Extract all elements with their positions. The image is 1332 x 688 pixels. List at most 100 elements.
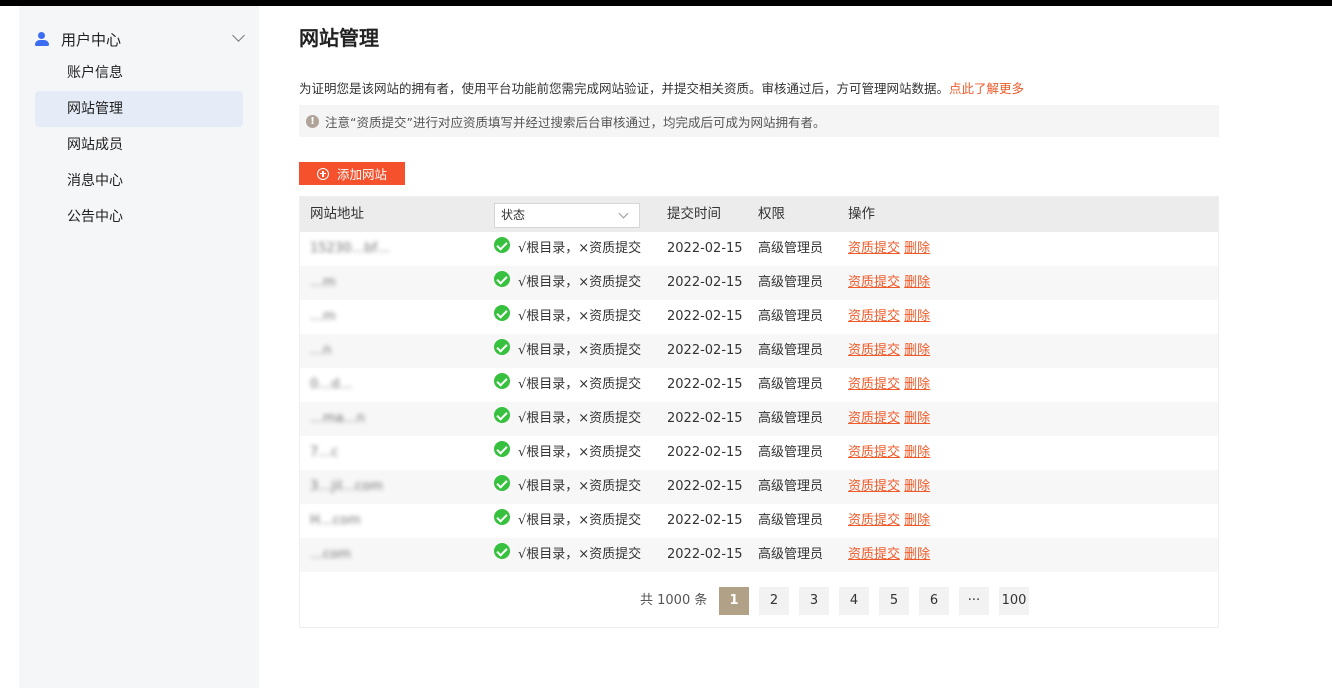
delete-link[interactable]: 删除	[904, 547, 930, 562]
delete-link[interactable]: 删除	[904, 445, 930, 460]
check-circle-icon	[494, 339, 510, 355]
sidebar-item-announcement-center[interactable]: 公告中心	[35, 199, 243, 235]
verification-status: √根目录，×资质提交	[518, 241, 642, 256]
page-button[interactable]: 1	[719, 587, 749, 615]
page-button[interactable]: 100	[999, 587, 1029, 615]
delete-link[interactable]: 删除	[904, 513, 930, 528]
delete-link[interactable]: 删除	[904, 479, 930, 494]
delete-link[interactable]: 删除	[904, 411, 930, 426]
submit-qualification-link[interactable]: 资质提交	[848, 275, 900, 290]
page-title: 网站管理	[299, 26, 379, 50]
submit-qualification-link[interactable]: 资质提交	[848, 411, 900, 426]
page-button[interactable]: 4	[839, 587, 869, 615]
table-row: 7…c √根目录，×资质提交 2022-02-15 高级管理员 资质提交 删除	[300, 436, 1218, 470]
sidebar-item-site-members[interactable]: 网站成员	[35, 127, 243, 163]
site-url[interactable]: …ma…n	[310, 402, 460, 436]
delete-link[interactable]: 删除	[904, 309, 930, 324]
check-circle-icon	[494, 237, 510, 253]
permission-level: 高级管理员	[758, 411, 824, 426]
chevron-down-icon	[232, 29, 245, 42]
site-table: 网站地址 状态 提交时间 权限 操作 15230…bf… √根目录，×资质提交 20…	[299, 196, 1219, 628]
delete-link[interactable]: 删除	[904, 275, 930, 290]
delete-link[interactable]: 删除	[904, 343, 930, 358]
submit-qualification-link[interactable]: 资质提交	[848, 479, 900, 494]
permission-level: 高级管理员	[758, 309, 824, 324]
sidebar-item-site-management[interactable]: 网站管理	[35, 91, 243, 127]
site-url[interactable]: …com	[310, 538, 460, 572]
check-circle-icon	[494, 407, 510, 423]
row-actions: 资质提交 删除	[848, 300, 930, 334]
check-circle-icon	[494, 373, 510, 389]
check-circle-icon	[494, 441, 510, 457]
verification-status: √根目录，×资质提交	[518, 479, 642, 494]
add-site-label: 添加网站	[336, 167, 387, 182]
site-url[interactable]: …m	[310, 266, 460, 300]
delete-link[interactable]: 删除	[904, 241, 930, 256]
row-actions: 资质提交 删除	[848, 538, 930, 572]
site-url[interactable]: H…com	[310, 504, 460, 538]
row-actions: 资质提交 删除	[848, 436, 930, 470]
table-row: …m √根目录，×资质提交 2022-02-15 高级管理员 资质提交 删除	[300, 300, 1218, 334]
table-row: …ma…n √根目录，×资质提交 2022-02-15 高级管理员 资质提交 删除	[300, 402, 1218, 436]
plus-circle-icon	[316, 167, 329, 180]
submit-date: 2022-02-15	[667, 309, 743, 324]
user-center-group-toggle[interactable]: 用户中心	[35, 28, 245, 50]
table-header: 网站地址 状态 提交时间 权限 操作	[300, 197, 1218, 232]
permission-level: 高级管理员	[758, 377, 824, 392]
permission-level: 高级管理员	[758, 343, 824, 358]
table-row: …n √根目录，×资质提交 2022-02-15 高级管理员 资质提交 删除	[300, 334, 1218, 368]
status-filter-select[interactable]: 状态	[494, 203, 640, 228]
row-actions: 资质提交 删除	[848, 368, 930, 402]
site-url[interactable]: 0…d…	[310, 368, 460, 402]
page-button[interactable]: 2	[759, 587, 789, 615]
status-select-value: 状态	[501, 208, 526, 222]
submit-date: 2022-02-15	[667, 241, 743, 256]
submit-qualification-link[interactable]: 资质提交	[848, 241, 900, 256]
sidebar: 用户中心 账户信息 网站管理 网站成员 消息中心 公告中心	[19, 6, 259, 688]
verification-status: √根目录，×资质提交	[518, 309, 642, 324]
submit-qualification-link[interactable]: 资质提交	[848, 343, 900, 358]
delete-link[interactable]: 删除	[904, 377, 930, 392]
check-circle-icon	[494, 475, 510, 491]
column-header-submit-time: 提交时间	[667, 206, 721, 222]
verification-status: √根目录，×资质提交	[518, 445, 642, 460]
sidebar-item-account-info[interactable]: 账户信息	[35, 55, 243, 91]
submit-date: 2022-02-15	[667, 377, 743, 392]
submit-date: 2022-02-15	[667, 513, 743, 528]
column-header-permission: 权限	[758, 206, 785, 222]
submit-qualification-link[interactable]: 资质提交	[848, 377, 900, 392]
user-icon	[35, 31, 49, 47]
site-url[interactable]: 3…jil…com	[310, 470, 460, 504]
row-actions: 资质提交 删除	[848, 266, 930, 300]
table-row: 0…d… √根目录，×资质提交 2022-02-15 高级管理员 资质提交 删除	[300, 368, 1218, 402]
chevron-down-icon	[618, 208, 629, 219]
learn-more-link[interactable]: 点此了解更多	[949, 81, 1024, 96]
site-url[interactable]: …m	[310, 300, 460, 334]
table-row: 3…jil…com √根目录，×资质提交 2022-02-15 高级管理员 资质提交 删…	[300, 470, 1218, 504]
page-button[interactable]: 5	[879, 587, 909, 615]
submit-qualification-link[interactable]: 资质提交	[848, 445, 900, 460]
permission-level: 高级管理员	[758, 241, 824, 256]
page-button[interactable]: 3	[799, 587, 829, 615]
submit-date: 2022-02-15	[667, 547, 743, 562]
verification-status: √根目录，×资质提交	[518, 513, 642, 528]
column-header-actions: 操作	[848, 206, 875, 222]
verification-status: √根目录，×资质提交	[518, 547, 642, 562]
check-circle-icon	[494, 271, 510, 287]
site-url[interactable]: 7…c	[310, 436, 460, 470]
site-url[interactable]: 15230…bf…	[310, 232, 460, 266]
permission-level: 高级管理员	[758, 445, 824, 460]
add-site-button[interactable]: 添加网站	[299, 162, 405, 185]
page-button[interactable]: 6	[919, 587, 949, 615]
site-url[interactable]: …n	[310, 334, 460, 368]
submit-qualification-link[interactable]: 资质提交	[848, 309, 900, 324]
exclamation-icon: !	[306, 114, 319, 128]
permission-level: 高级管理员	[758, 479, 824, 494]
pagination: 共 1000 条 1 2 3 4 5 6 ··· 100	[300, 587, 1218, 615]
submit-date: 2022-02-15	[667, 275, 743, 290]
submit-qualification-link[interactable]: 资质提交	[848, 547, 900, 562]
submit-qualification-link[interactable]: 资质提交	[848, 513, 900, 528]
sidebar-item-message-center[interactable]: 消息中心	[35, 163, 243, 199]
row-actions: 资质提交 删除	[848, 402, 930, 436]
pagination-ellipsis[interactable]: ···	[959, 587, 989, 615]
